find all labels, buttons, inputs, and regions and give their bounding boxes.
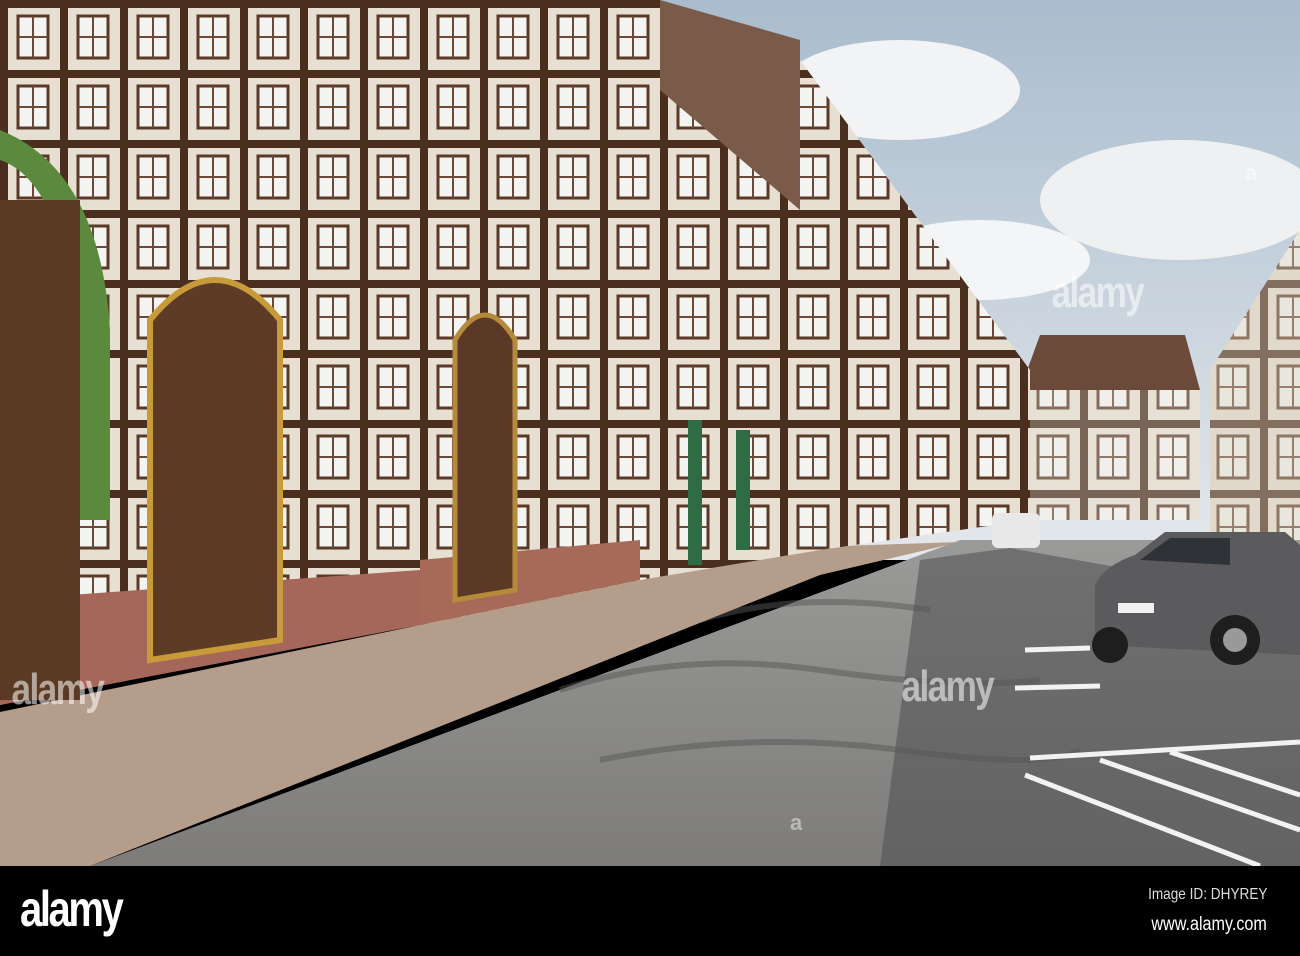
watermark-logo-center: alamy (901, 662, 994, 711)
distant-building (1020, 335, 1200, 520)
photo-frame: alamy alamy alamy a a alamy Image ID: DH… (0, 0, 1300, 956)
watermark-logo-top: alamy (1051, 268, 1144, 317)
arched-wooden-door (0, 200, 80, 700)
street-photo (0, 0, 1300, 866)
watermark-small-a-1: a (1245, 160, 1258, 185)
footer-bar: alamy Image ID: DHYREY www.alamy.com (0, 866, 1300, 956)
site-url: www.alamy.com (1151, 914, 1267, 935)
image-id: Image ID: DHYREY (1147, 886, 1267, 903)
alamy-logo: alamy (20, 881, 124, 937)
watermark-logo-left: alamy (11, 665, 104, 714)
carved-door (147, 277, 283, 664)
watermark-small-a-2: a (790, 810, 803, 835)
distant-white-car (992, 513, 1040, 548)
